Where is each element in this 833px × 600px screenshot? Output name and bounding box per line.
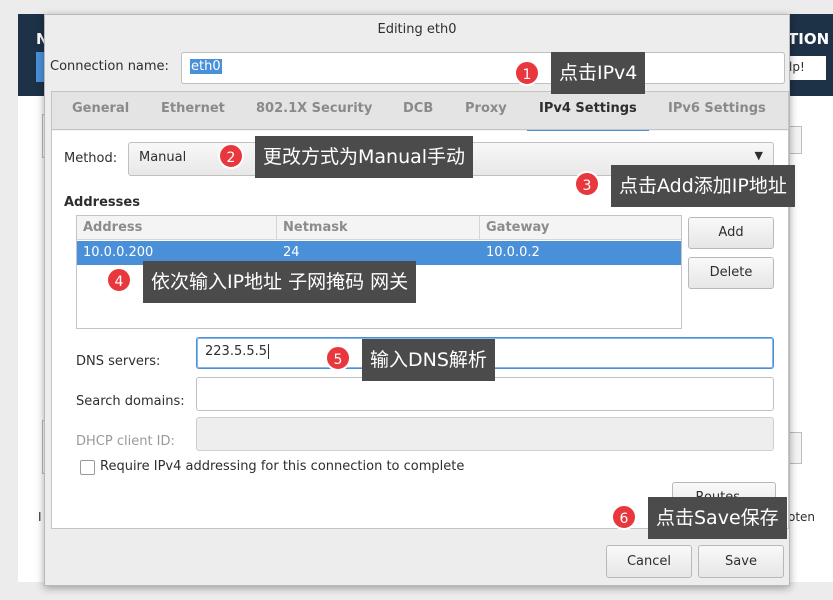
connection-name-input[interactable]: eth0	[181, 52, 785, 84]
step-tooltip-2: 更改方式为Manual手动	[255, 136, 474, 178]
table-header: Address Netmask Gateway	[77, 216, 681, 240]
method-value: Manual	[139, 150, 187, 165]
addresses-heading: Addresses	[64, 195, 140, 210]
step-badge-1: 1	[514, 60, 540, 86]
installer-help-button[interactable]: lp!	[786, 56, 826, 80]
step-tooltip-5: 输入DNS解析	[362, 339, 495, 381]
add-button[interactable]: Add	[688, 217, 774, 249]
method-label: Method:	[64, 151, 118, 166]
tab-proxy[interactable]: Proxy	[465, 92, 507, 130]
tab-ethernet[interactable]: Ethernet	[161, 92, 225, 130]
connection-name-value: eth0	[190, 59, 222, 74]
tab-dcb[interactable]: DCB	[403, 92, 433, 130]
text-cursor	[268, 344, 270, 359]
column-header-gateway[interactable]: Gateway	[480, 216, 681, 240]
tab-bar: General Ethernet 802.1X Security DCB Pro…	[52, 92, 788, 133]
cell-address[interactable]: 10.0.0.200	[77, 241, 153, 265]
connection-name-label: Connection name:	[50, 59, 169, 74]
installer-text-fragment: I	[38, 510, 42, 524]
step-badge-3: 3	[574, 171, 600, 197]
search-domains-label: Search domains:	[76, 394, 185, 409]
cell-gateway[interactable]: 10.0.0.2	[480, 241, 540, 265]
dialog-title: Editing eth0	[377, 22, 457, 37]
dns-servers-value: 223.5.5.5	[205, 344, 268, 359]
tab-ipv6-settings[interactable]: IPv6 Settings	[668, 92, 766, 130]
installer-field-fragment	[788, 432, 802, 464]
cancel-button[interactable]: Cancel	[606, 545, 692, 578]
delete-button[interactable]: Delete	[688, 257, 774, 289]
step-tooltip-1: 点击IPv4	[551, 52, 646, 94]
step-badge-4: 4	[106, 267, 132, 293]
installer-field-fragment	[788, 126, 802, 154]
installer-subtitle-fragment: TION	[788, 30, 830, 48]
tab-8021x-security[interactable]: 802.1X Security	[256, 92, 372, 130]
installer-text-fragment: oten	[788, 510, 816, 524]
tab-ipv4-settings[interactable]: IPv4 Settings	[527, 92, 649, 133]
step-badge-2: 2	[218, 143, 244, 169]
search-domains-input[interactable]	[196, 377, 774, 411]
require-ipv4-label[interactable]: Require IPv4 addressing for this connect…	[100, 459, 464, 474]
column-header-netmask[interactable]: Netmask	[277, 216, 480, 240]
column-header-address[interactable]: Address	[77, 216, 277, 240]
require-ipv4-checkbox[interactable]	[80, 460, 95, 475]
step-badge-6: 6	[611, 504, 637, 530]
save-button[interactable]: Save	[698, 545, 784, 578]
tab-general[interactable]: General	[72, 92, 129, 130]
step-tooltip-6: 点击Save保存	[648, 497, 787, 539]
dropdown-arrow-icon: ▼	[754, 149, 763, 162]
dns-servers-label: DNS servers:	[76, 354, 161, 369]
step-badge-5: 5	[325, 345, 351, 371]
dhcp-client-id-input	[196, 417, 774, 451]
step-tooltip-3: 点击Add添加IP地址	[611, 165, 795, 207]
dhcp-client-id-label: DHCP client ID:	[76, 434, 175, 449]
step-tooltip-4: 依次输入IP地址 子网掩码 网关	[143, 261, 417, 303]
